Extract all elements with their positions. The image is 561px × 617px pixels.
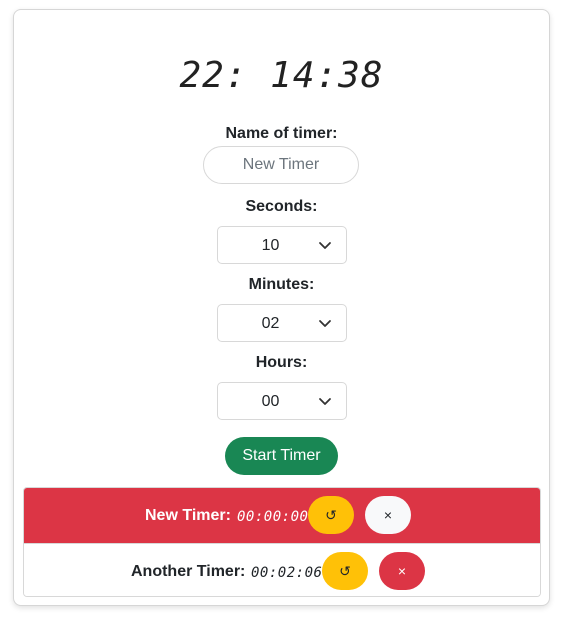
remove-timer-button[interactable]: × <box>365 496 411 534</box>
timer-row: New Timer: 00:00:00 ↺ × <box>24 488 540 543</box>
timer-name: Another Timer: <box>131 563 246 580</box>
seconds-value: 10 <box>261 237 280 254</box>
chevron-down-icon <box>319 320 331 327</box>
start-timer-button[interactable]: Start Timer <box>225 437 338 475</box>
chevron-down-icon <box>319 242 331 249</box>
timer-card: 22: 14:38 Name of timer: Seconds: 10 Min… <box>13 9 550 606</box>
reset-button[interactable]: ↺ <box>308 496 354 534</box>
reset-button[interactable]: ↺ <box>322 552 368 590</box>
seconds-select[interactable]: 10 <box>217 226 347 264</box>
minutes-select[interactable]: 02 <box>217 304 347 342</box>
timer-row: Another Timer: 00:02:06 ↺ × <box>24 543 540 596</box>
hours-label: Hours: <box>255 354 308 371</box>
close-icon: × <box>383 507 393 523</box>
chevron-down-icon <box>319 398 331 405</box>
timer-list: New Timer: 00:00:00 ↺ × Another Timer: 0… <box>23 487 541 597</box>
hours-value: 00 <box>261 393 280 410</box>
reset-icon: ↺ <box>339 563 351 579</box>
reset-icon: ↺ <box>325 507 337 523</box>
minutes-label: Minutes: <box>248 276 315 293</box>
name-label: Name of timer: <box>225 125 338 142</box>
timer-name: New Timer: <box>145 507 231 524</box>
digital-clock: 22: 14:38 <box>179 55 384 96</box>
timer-name-input[interactable] <box>203 146 359 184</box>
seconds-label: Seconds: <box>245 198 318 215</box>
timer-countdown: 00:02:06 <box>251 565 323 581</box>
hours-select[interactable]: 00 <box>217 382 347 420</box>
close-icon: × <box>397 563 407 579</box>
remove-timer-button[interactable]: × <box>379 552 425 590</box>
timer-countdown: 00:00:00 <box>237 509 309 525</box>
minutes-value: 02 <box>261 315 280 332</box>
